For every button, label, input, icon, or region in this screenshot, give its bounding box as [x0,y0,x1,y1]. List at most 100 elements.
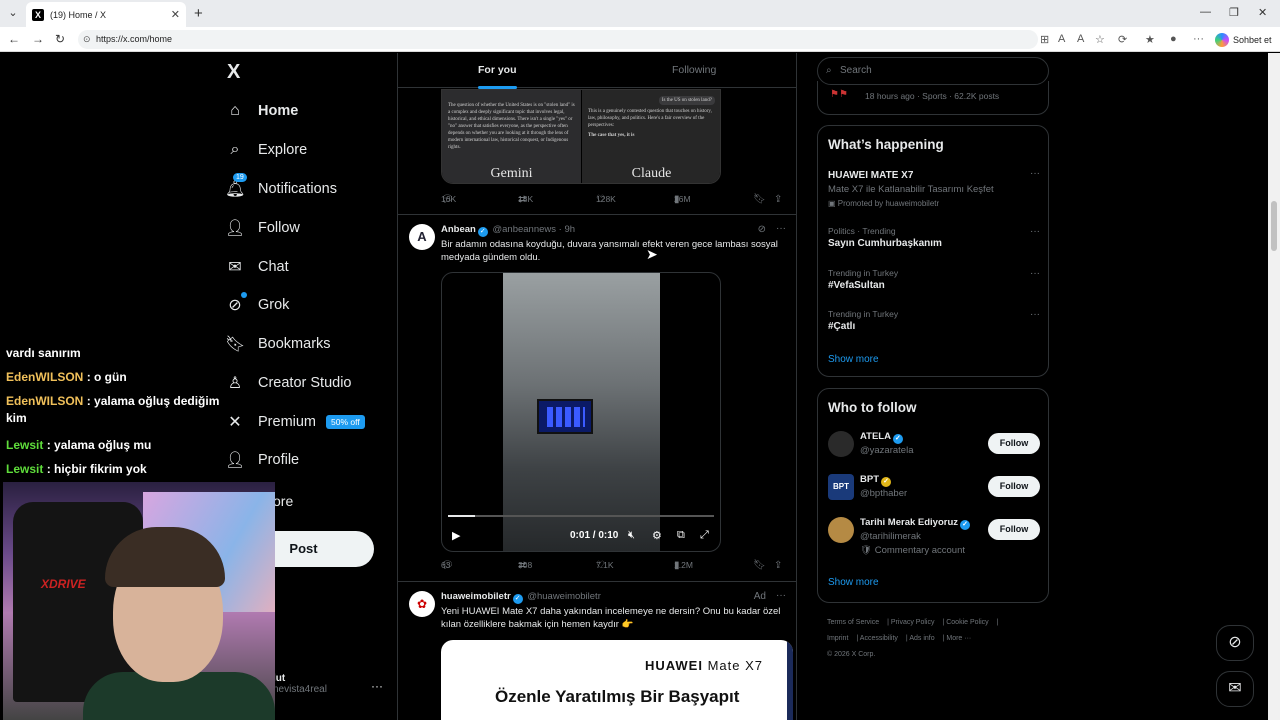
mute-icon[interactable]: 🔇︎ [628,529,635,542]
nav-follow[interactable]: 👤︎ Follow [225,217,300,239]
nav-grok[interactable]: ⊘ Grok [225,292,289,316]
footer-cookie-link[interactable]: Cookie Policy [946,619,988,626]
suggestion-name: Tarihi Merak Ediyoruz ✓ [860,517,972,530]
gemini-panel: The question of whether the United State… [442,90,581,183]
footer-imprint-link[interactable]: Imprint [827,635,848,642]
reply-count: 16K [441,194,457,204]
suggestion-account-type-text: Commentary account [874,545,965,556]
trend-item[interactable]: Politics · Trending Sayın Cumhurbaşkanım… [828,226,1040,249]
back-icon[interactable]: ← [8,32,20,46]
trend-more-icon[interactable]: ··· [1030,226,1040,237]
follow-button[interactable]: Follow [988,476,1040,497]
tweet-image-ai-comparison[interactable]: The question of whether the United State… [441,89,721,184]
ad-image[interactable]: HUAWEI Mate X7 Özenle Yaratılmış Bir Baş… [441,640,793,720]
follow-button[interactable]: Follow [988,433,1040,454]
tweet-divider [398,581,796,582]
tweet-more-icon[interactable]: ··· [776,223,786,234]
chat-user: Lewsit [6,438,44,452]
fullscreen-icon[interactable]: ⤢ [700,529,709,542]
read-aloud-icon[interactable]: A [1077,33,1084,45]
minimize-icon[interactable]: — [1200,6,1211,18]
restore-icon[interactable]: ❐ [1229,6,1239,19]
x-favicon-icon: X [32,8,44,21]
tab-close-icon[interactable]: ✕ [171,8,180,21]
scrollbar-thumb[interactable] [1271,201,1277,251]
tab-following[interactable]: Following [672,64,716,76]
app-available-icon[interactable]: ⊞ [1040,33,1049,46]
follow-suggestion[interactable]: BPT BPT ✓ @bpthaber Follow [828,472,1040,508]
page-scrollbar[interactable] [1268,53,1280,720]
avatar-anbean[interactable]: A [409,224,435,250]
nav-creator-studio[interactable]: ♙ Creator Studio [225,372,352,394]
chat-user: EdenWILSON [6,370,84,384]
copilot-chat-button[interactable]: Sohbet et [1215,31,1272,48]
tab-for-you[interactable]: For you [478,64,517,89]
nav-notifications[interactable]: 🔔︎ 19 Notifications [225,173,337,200]
trending-sports-card[interactable]: ⚑⚑ 18 hours ago · Sports · 62.2K posts [817,81,1049,115]
profile-avatar-icon[interactable]: ● [1170,33,1177,45]
account-more-icon[interactable]: ··· [371,679,383,693]
browser-tab[interactable]: X (19) Home / X ✕ [26,2,186,27]
tweet-author-handle[interactable]: @anbeannews [492,224,556,235]
show-more-follows-link[interactable]: Show more [828,577,879,588]
reload-icon[interactable]: ↻ [55,32,65,46]
x-logo[interactable]: X [227,61,240,84]
tweet-video-player[interactable]: ▶ 0:01 / 0:10 🔇︎ ⚙ ⧉ ⤢ [441,272,721,552]
person-add-icon: 👤︎ [225,220,246,237]
nav-more[interactable]: ore [273,493,293,509]
grok-explain-icon[interactable]: ⊘ [758,224,766,235]
trend-item[interactable]: Trending in Turkey #VefaSultan ··· [828,268,1040,291]
nav-premium[interactable]: ✕ Premium 50% off [225,411,365,433]
nav-explore[interactable]: ⌕ Explore [225,139,308,161]
favorites-icon[interactable]: ★ [1145,33,1155,46]
footer-more-link[interactable]: More ··· [946,635,971,642]
follow-button[interactable]: Follow [988,519,1040,540]
trend-more-icon[interactable]: ··· [1030,309,1040,320]
tweet-more-icon[interactable]: ··· [776,590,786,601]
nav-explore-label: Explore [258,142,308,158]
grok-float-icon[interactable]: ⊘ [1216,625,1254,661]
picture-in-picture-icon[interactable]: ⧉ [677,529,685,542]
follow-suggestion[interactable]: Tarihi Merak Ediyoruz ✓ @tarihilimerak 🛡︎… [828,515,1040,565]
search-input[interactable]: ⌕ Search [817,57,1049,85]
show-more-trends-link[interactable]: Show more [828,354,879,365]
new-tab-icon[interactable]: + [194,5,203,22]
nav-chat[interactable]: ✉ Chat [225,256,288,278]
chat-message: : o gün [86,370,127,384]
trend-item[interactable]: HUAWEI MATE X7 Mate X7 ile Katlanabilir … [828,168,1040,208]
extensions-icon[interactable]: ⟳ [1118,33,1127,46]
tweet-time[interactable]: · 9h [559,224,575,235]
footer-privacy-link[interactable]: Privacy Policy [891,619,935,626]
nav-home[interactable]: ⌂ Home [225,100,298,122]
trend-more-icon[interactable]: ··· [1030,168,1040,179]
site-info-icon[interactable]: ⊙ [83,30,91,49]
forward-icon[interactable]: → [32,32,44,46]
view-count: 1.2M [674,560,693,570]
window-close-icon[interactable]: ✕ [1258,6,1267,19]
nav-bookmarks[interactable]: 🔖︎ Bookmarks [225,333,331,355]
tweet-author-handle[interactable]: @huaweimobiletr [527,591,601,602]
translate-icon[interactable]: A [1058,33,1065,45]
trend-item[interactable]: Trending in Turkey #Çatlı ··· [828,309,1040,332]
tweet-author-name[interactable]: Anbean [441,224,476,235]
footer-ads-info-link[interactable]: Ads info [909,635,934,642]
account-switcher[interactable]: lut nevista4real [273,673,327,695]
tweet-author-name[interactable]: huaweimobiletr [441,591,511,602]
footer-terms-link[interactable]: Terms of Service [827,619,879,626]
play-icon[interactable]: ▶ [452,529,460,542]
messages-float-icon[interactable]: ✉ [1216,671,1254,707]
footer-accessibility-link[interactable]: Accessibility [860,635,898,642]
video-progress-bar[interactable] [448,515,714,517]
follow-suggestion[interactable]: ATELA ✓ @yazaratela Follow [828,429,1040,465]
tweet-header: Anbean ✓ @anbeannews · 9h [441,224,575,237]
browser-menu-icon[interactable]: ··· [1193,33,1204,45]
settings-gear-icon[interactable]: ⚙ [652,529,662,542]
trend-more-icon[interactable]: ··· [1030,268,1040,279]
tab-list-button[interactable]: ⌄ [4,5,22,22]
chat-user: EdenWILSON [6,394,84,408]
suggestion-handle: @yazaratela [860,445,914,456]
favorite-star-icon[interactable]: ☆ [1095,33,1105,46]
team-flags-icon: ⚑⚑ [830,89,848,100]
avatar-huawei[interactable]: ✿ [409,591,435,617]
address-bar[interactable]: ⊙ https://x.com/home [78,30,1038,49]
